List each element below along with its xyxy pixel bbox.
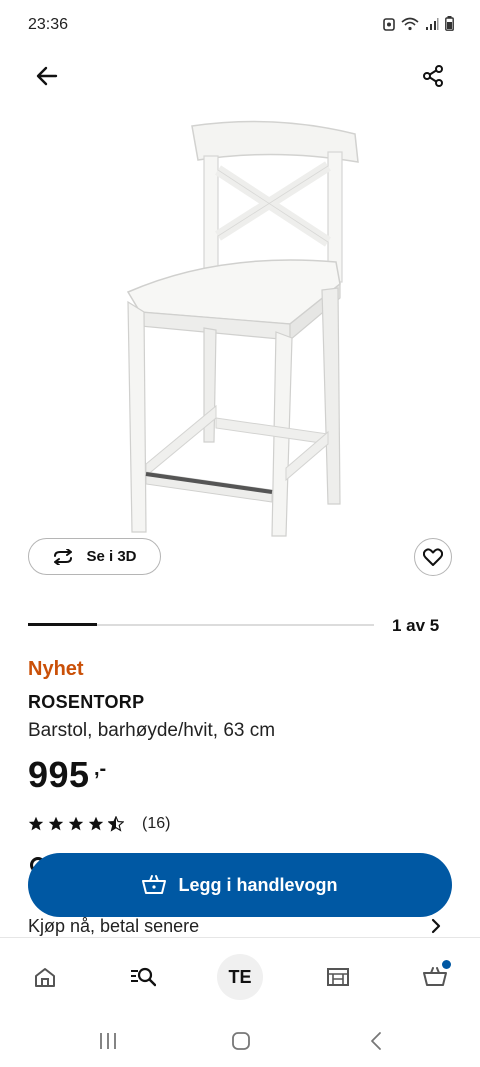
gallery-progress-fill bbox=[28, 623, 98, 626]
product-image[interactable] bbox=[100, 112, 380, 542]
new-badge: Nyhet bbox=[28, 658, 84, 680]
cart-badge-dot bbox=[442, 960, 451, 969]
see-in-3d-button[interactable]: Se i 3D bbox=[28, 538, 161, 575]
pay-later-row[interactable]: Kjøp nå, betal senere bbox=[0, 912, 480, 938]
pay-later-label: Kjøp nå, betal senere bbox=[28, 916, 200, 936]
chevron-left-icon bbox=[371, 1032, 381, 1050]
product-description: Barstol, barhøyde/hvit, 63 cm bbox=[28, 720, 276, 741]
status-icons bbox=[383, 16, 454, 31]
store-icon bbox=[327, 968, 349, 986]
system-nav-bar bbox=[0, 1015, 480, 1067]
wifi-icon bbox=[401, 17, 419, 30]
share-icon bbox=[423, 65, 443, 87]
star-half-icon bbox=[108, 816, 124, 832]
favorite-button[interactable] bbox=[414, 538, 452, 576]
nav-home[interactable] bbox=[20, 952, 70, 1002]
share-button[interactable] bbox=[413, 56, 453, 96]
back-button[interactable] bbox=[27, 56, 67, 96]
recent-apps-button[interactable] bbox=[88, 1027, 128, 1055]
recent-apps-icon bbox=[100, 1033, 116, 1049]
rating-count: (16) bbox=[142, 815, 171, 832]
back-system-button[interactable] bbox=[356, 1027, 396, 1055]
battery-icon bbox=[445, 16, 454, 31]
home-system-button[interactable] bbox=[221, 1027, 261, 1055]
rotate-3d-icon bbox=[54, 548, 73, 565]
price-suffix: ,- bbox=[94, 758, 107, 780]
top-bar bbox=[0, 56, 480, 100]
nav-cart[interactable] bbox=[410, 952, 460, 1002]
cart-icon bbox=[423, 967, 447, 986]
nav-stores[interactable] bbox=[313, 952, 363, 1002]
add-to-cart-button[interactable]: Legg i handlevogn bbox=[28, 853, 452, 917]
star-icon bbox=[88, 816, 104, 831]
gallery-position: 1 av 5 bbox=[392, 616, 440, 635]
product-rating[interactable]: (16) bbox=[28, 815, 170, 833]
search-icon bbox=[131, 967, 156, 987]
nav-search[interactable] bbox=[118, 952, 168, 1002]
product-name: ROSENTORP bbox=[28, 692, 145, 712]
arrow-left-icon bbox=[36, 66, 58, 86]
status-time: 23:36 bbox=[28, 16, 69, 33]
avatar: TE bbox=[217, 954, 263, 1000]
home-circle-icon bbox=[232, 1032, 250, 1050]
signal-icon bbox=[426, 17, 439, 30]
chevron-right-icon bbox=[431, 918, 441, 934]
home-icon bbox=[35, 968, 55, 987]
add-to-cart-label: Legg i handlevogn bbox=[178, 874, 338, 895]
heart-icon bbox=[423, 548, 443, 566]
battery-saver-icon bbox=[383, 17, 395, 31]
star-icon bbox=[28, 816, 44, 831]
see-in-3d-label: Se i 3D bbox=[86, 548, 137, 565]
gallery-progress bbox=[28, 623, 374, 626]
nav-profile[interactable]: TE bbox=[215, 952, 265, 1002]
product-price: 995 bbox=[28, 754, 90, 795]
star-icon bbox=[48, 816, 64, 831]
cart-icon bbox=[142, 875, 167, 894]
star-icon bbox=[68, 816, 84, 831]
status-bar: 23:36 bbox=[0, 0, 480, 52]
bottom-nav: TE bbox=[0, 937, 480, 1015]
